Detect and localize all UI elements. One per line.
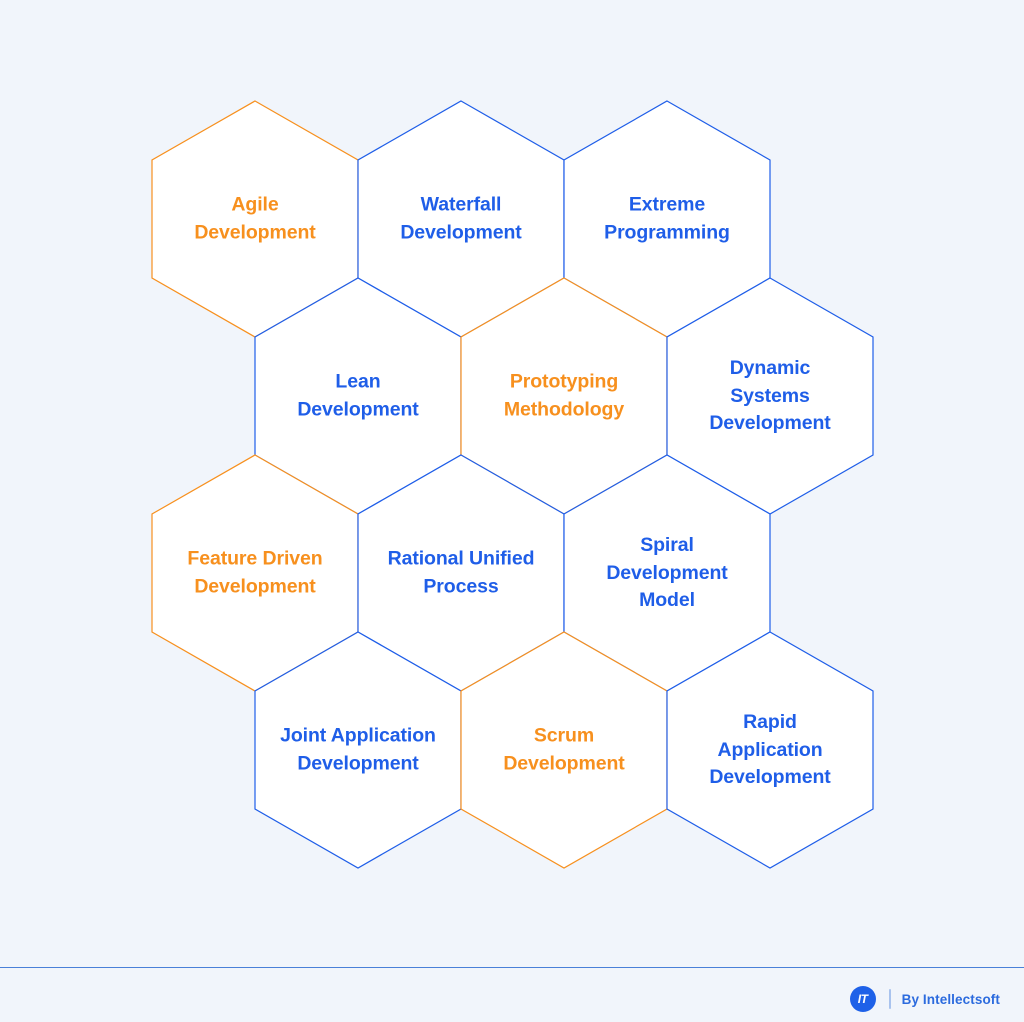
brand-footer[interactable]: IT By Intellectsoft <box>849 986 1000 1012</box>
diagram-canvas: Agile Development Waterfall Development Ex… <box>0 0 1024 1022</box>
brand-separator <box>888 989 891 1009</box>
hexagon-honeycomb-grid: Agile Development Waterfall Development Ex… <box>0 0 1024 960</box>
hexagon-outlines <box>151 100 874 869</box>
footer-divider <box>0 967 1024 968</box>
intellectsoft-logo-icon: IT <box>849 986 876 1012</box>
brand-label: By Intellectsoft <box>901 991 1000 1007</box>
